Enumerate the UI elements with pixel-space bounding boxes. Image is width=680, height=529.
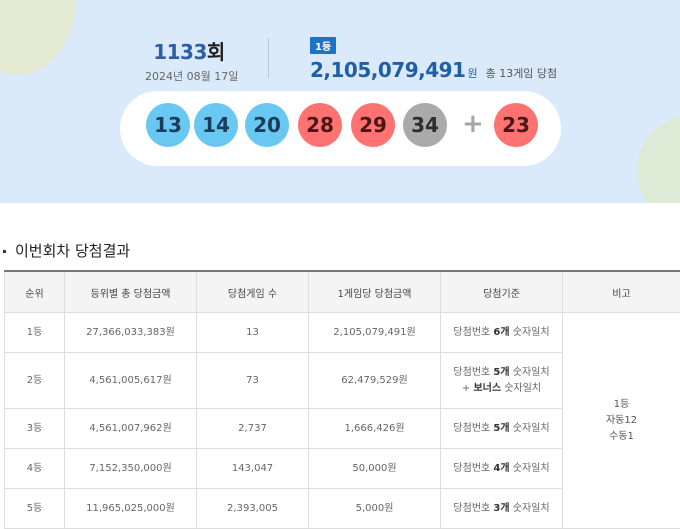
rank-cell: 4등 xyxy=(5,449,65,489)
winning-number-ball: 20 xyxy=(245,103,289,147)
bonus-number-ball: 23 xyxy=(494,103,538,147)
column-header: 등위별 총 당첨금액 xyxy=(65,271,197,313)
rank-cell: 2등 xyxy=(5,353,65,409)
winning-number-ball: 28 xyxy=(298,103,342,147)
winning-number-ball: 34 xyxy=(403,103,447,147)
section-title: 이번회차 당첨결과 xyxy=(0,240,130,261)
column-header: 1게임당 당첨금액 xyxy=(309,271,441,313)
criteria-cell: 당첨번호 5개 숫자일치 + 보너스 숫자일치 xyxy=(441,353,563,409)
per-game-amount-cell: 62,479,529원 xyxy=(309,353,441,409)
round-number: 1133회 xyxy=(145,36,233,65)
winning-number-ball: 14 xyxy=(194,103,238,147)
winning-games-cell: 2,737 xyxy=(197,409,309,449)
column-header: 순위 xyxy=(5,271,65,313)
rank-cell: 1등 xyxy=(5,313,65,353)
criteria-cell: 당첨번호 4개 숫자일치 xyxy=(441,449,563,489)
winning-number-ball: 29 xyxy=(351,103,395,147)
total-amount-cell: 11,965,025,000원 xyxy=(65,489,197,529)
total-amount-cell: 7,152,350,000원 xyxy=(65,449,197,489)
total-amount-cell: 4,561,007,962원 xyxy=(65,409,197,449)
first-prize-info: 2,105,079,491원 총 13게임 당첨 xyxy=(310,58,557,82)
winning-numbers-panel: 13 14 20 28 29 34 + 23 xyxy=(120,91,561,166)
per-game-amount-cell: 1,666,426원 xyxy=(309,409,441,449)
first-prize-unit: 원 xyxy=(467,67,477,80)
table-header-row: 순위 등위별 총 당첨금액 당첨게임 수 1게임당 당첨금액 당첨기준 비고 xyxy=(5,271,680,313)
decorative-circle xyxy=(637,115,680,203)
per-game-amount-cell: 2,105,079,491원 xyxy=(309,313,441,353)
decorative-circle xyxy=(0,0,75,75)
prize-results-table: 순위 등위별 총 당첨금액 당첨게임 수 1게임당 당첨금액 당첨기준 비고 1… xyxy=(4,270,680,529)
total-amount-cell: 27,366,033,383원 xyxy=(65,313,197,353)
total-amount-cell: 4,561,005,617원 xyxy=(65,353,197,409)
column-header: 당첨기준 xyxy=(441,271,563,313)
column-header: 당첨게임 수 xyxy=(197,271,309,313)
per-game-amount-cell: 5,000원 xyxy=(309,489,441,529)
divider xyxy=(268,38,269,78)
winning-number-ball: 13 xyxy=(146,103,190,147)
draw-date: 2024년 08월 17일 xyxy=(145,68,233,84)
criteria-cell: 당첨번호 5개 숫자일치 xyxy=(441,409,563,449)
criteria-cell: 당첨번호 6개 숫자일치 xyxy=(441,313,563,353)
column-header: 비고 xyxy=(563,271,680,313)
table-row: 1등 27,366,033,383원 13 2,105,079,491원 당첨번… xyxy=(5,313,680,353)
plus-icon: + xyxy=(462,105,484,143)
winning-games-cell: 13 xyxy=(197,313,309,353)
per-game-amount-cell: 50,000원 xyxy=(309,449,441,489)
winning-games-cell: 73 xyxy=(197,353,309,409)
first-prize-winner-count: 총 13게임 당첨 xyxy=(486,67,558,80)
bullet-icon xyxy=(3,250,6,253)
first-prize-amount: 2,105,079,491 xyxy=(310,58,465,82)
criteria-cell: 당첨번호 3개 숫자일치 xyxy=(441,489,563,529)
winning-games-cell: 2,393,005 xyxy=(197,489,309,529)
rank-cell: 3등 xyxy=(5,409,65,449)
rank-cell: 5등 xyxy=(5,489,65,529)
round-info: 1133회 2024년 08월 17일 xyxy=(145,36,233,84)
remarks-cell: 1등 자동12 수동1 xyxy=(563,313,680,529)
first-prize-badge: 1등 xyxy=(310,37,336,54)
draw-summary-banner: 1133회 2024년 08월 17일 1등 2,105,079,491원 총 1… xyxy=(0,0,680,203)
winning-games-cell: 143,047 xyxy=(197,449,309,489)
